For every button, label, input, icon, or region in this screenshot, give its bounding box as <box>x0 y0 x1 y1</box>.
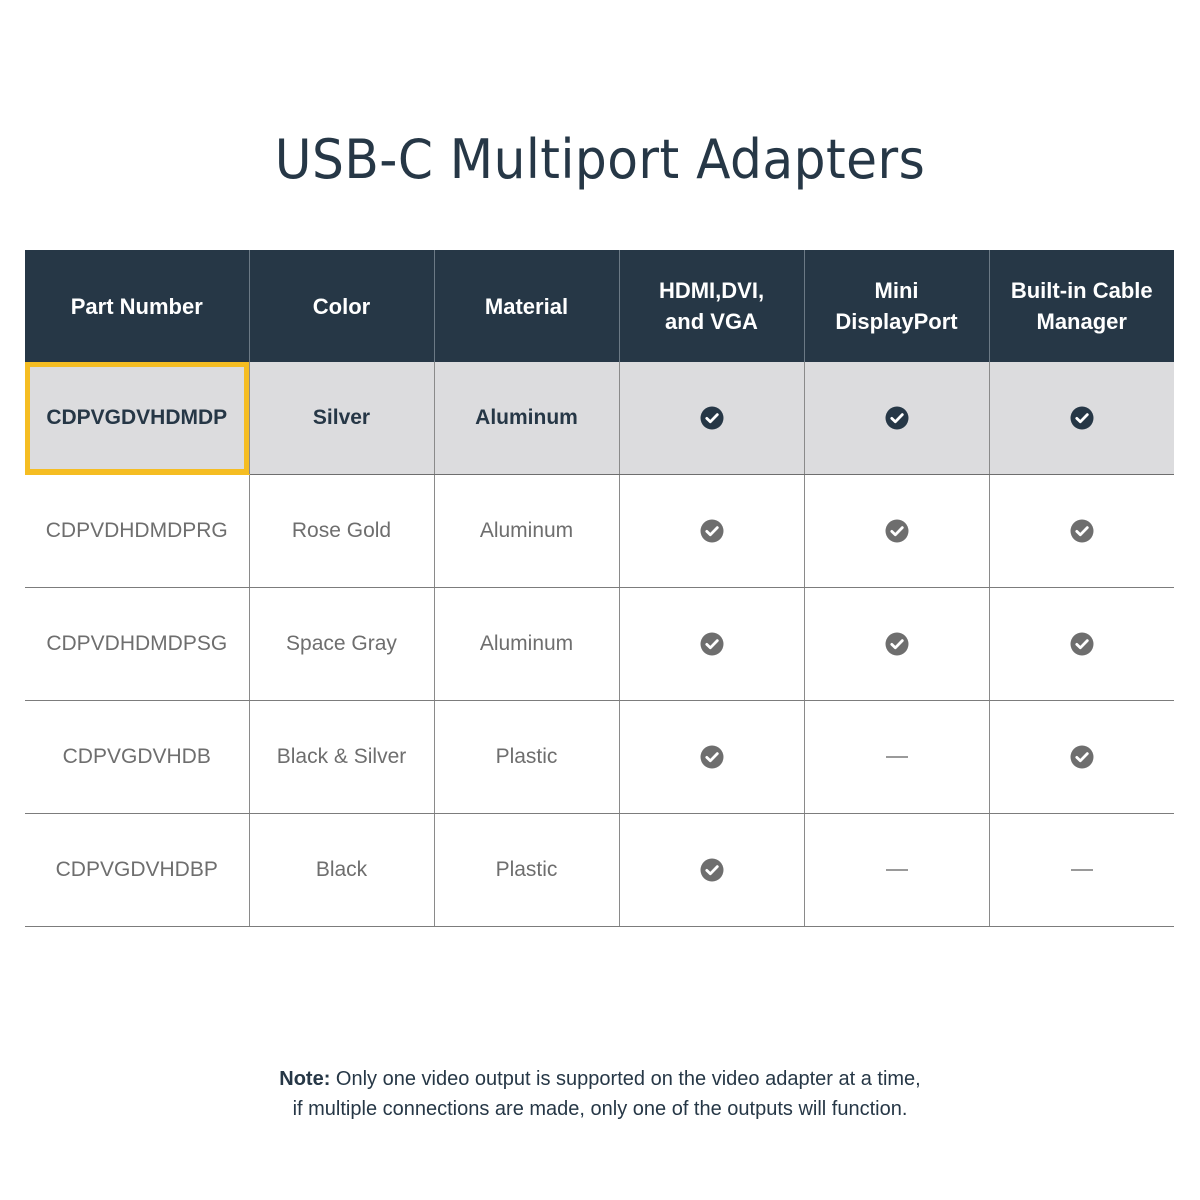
cell-material: Aluminum <box>433 474 619 588</box>
cell-material: Plastic <box>433 813 619 927</box>
table-header-row: Part Number Color Material HDMI,DVI, and … <box>25 250 1174 362</box>
header-hdmi-dvi-vga: HDMI,DVI, and VGA <box>618 250 804 362</box>
footnote: Note: Only one video output is supported… <box>0 1064 1200 1124</box>
cell-part-number: CDPVDHDMDPSG <box>25 587 249 701</box>
header-part-number: Part Number <box>25 250 249 362</box>
cell-hdmi-dvi-vga <box>618 700 804 814</box>
check-circle-icon <box>700 406 723 430</box>
check-circle-icon <box>1070 632 1094 656</box>
footnote-line-2: if multiple connections are made, only o… <box>292 1098 908 1120</box>
cell-cable-manager <box>988 474 1174 588</box>
note-label: Note: <box>279 1068 331 1090</box>
cell-material: Aluminum <box>433 362 619 475</box>
cell-color: Rose Gold <box>248 474 434 588</box>
table-row: CDPVGDVHDBP Black Plastic <box>25 813 1174 927</box>
page-title: USB-C Multiport Adapters <box>274 128 926 191</box>
header-color: Color <box>248 250 434 362</box>
cell-part-number: CDPVDHDMDPRG <box>25 474 249 588</box>
cell-part-number: CDPVGDVHDMDP <box>25 362 249 475</box>
cell-mini-displayport <box>803 474 989 588</box>
comparison-table: Part Number Color Material HDMI,DVI, and … <box>25 250 1174 927</box>
dash-icon <box>885 756 908 759</box>
cell-hdmi-dvi-vga <box>618 362 804 475</box>
cell-cable-manager <box>988 362 1174 475</box>
header-material: Material <box>433 250 619 362</box>
check-circle-icon <box>700 632 723 656</box>
table-row: CDPVGDVHDMDP Silver Aluminum <box>25 362 1174 475</box>
table-row: CDPVGDVHDB Black & Silver Plastic <box>25 700 1174 814</box>
check-circle-icon <box>700 519 723 543</box>
header-mini-displayport: Mini DisplayPort <box>803 250 989 362</box>
cell-cable-manager <box>988 700 1174 814</box>
cell-cable-manager <box>988 587 1174 701</box>
cell-hdmi-dvi-vga <box>618 813 804 927</box>
check-circle-icon <box>1070 745 1094 769</box>
note-text-1: Only one video output is supported on th… <box>330 1068 921 1090</box>
check-circle-icon <box>885 406 908 430</box>
cell-part-number: CDPVGDVHDBP <box>25 813 249 927</box>
check-circle-icon <box>885 632 908 656</box>
cell-hdmi-dvi-vga <box>618 587 804 701</box>
check-circle-icon <box>885 519 908 543</box>
check-circle-icon <box>700 745 723 769</box>
cell-material: Aluminum <box>433 587 619 701</box>
table-row: CDPVDHDMDPRG Rose Gold Aluminum <box>25 474 1174 588</box>
dash-icon <box>885 869 908 872</box>
table-row: CDPVDHDMDPSG Space Gray Aluminum <box>25 587 1174 701</box>
cell-cable-manager <box>988 813 1174 927</box>
check-circle-icon <box>700 858 723 882</box>
cell-hdmi-dvi-vga <box>618 474 804 588</box>
cell-mini-displayport <box>803 587 989 701</box>
check-circle-icon <box>1070 406 1094 430</box>
footnote-line-1: Note: Only one video output is supported… <box>0 1064 1200 1094</box>
dash-icon <box>1070 869 1093 872</box>
cell-mini-displayport <box>803 700 989 814</box>
cell-color: Silver <box>248 362 434 475</box>
cell-mini-displayport <box>803 813 989 927</box>
table-body: CDPVGDVHDMDP Silver Aluminum CDPVDHDMDPRG Ro… <box>25 362 1174 927</box>
check-circle-icon <box>1070 519 1094 543</box>
cell-material: Plastic <box>433 700 619 814</box>
cell-color: Space Gray <box>248 587 434 701</box>
cell-color: Black & Silver <box>248 700 434 814</box>
cell-mini-displayport <box>803 362 989 475</box>
header-cable-manager: Built-in Cable Manager <box>988 250 1174 362</box>
cell-part-number: CDPVGDVHDB <box>25 700 249 814</box>
cell-color: Black <box>248 813 434 927</box>
